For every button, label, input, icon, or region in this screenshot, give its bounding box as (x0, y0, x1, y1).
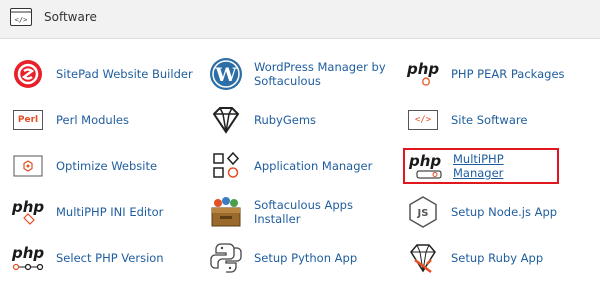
item-label: RubyGems (254, 113, 317, 127)
item-label: Application Manager (254, 159, 373, 173)
item-label: WordPress Manager by Softaculous (254, 60, 386, 88)
svg-text:php: php (406, 60, 439, 78)
site-software-link[interactable]: </> Site Software (405, 100, 595, 140)
item-label: MultiPHP INI Editor (56, 205, 164, 219)
setup-python-app-link[interactable]: Setup Python App (208, 238, 398, 278)
software-section-header[interactable]: </> Software (0, 0, 600, 39)
php-ini-icon: php (10, 194, 46, 230)
item-label: Select PHP Version (56, 251, 164, 265)
php-pear-packages-link[interactable]: php PHP PEAR Packages (405, 54, 595, 94)
wordpress-logo-icon: W (208, 56, 244, 92)
app-grid-icon (208, 148, 244, 184)
perl-modules-link[interactable]: Perl Perl Modules (10, 100, 200, 140)
python-icon (208, 240, 244, 276)
item-label: SitePad Website Builder (56, 67, 193, 81)
svg-text:php: php (408, 152, 441, 170)
software-panel: </> Software SitePad Website Builder W W… (0, 0, 600, 283)
item-label: PHP PEAR Packages (451, 67, 565, 81)
multiphp-manager-link[interactable]: php MultiPHP Manager (403, 148, 559, 184)
php-manager-icon: php (407, 148, 443, 184)
gem-icon (208, 102, 244, 138)
item-label: Setup Ruby App (451, 251, 544, 265)
code-window-icon: </> (10, 8, 32, 26)
rubygems-link[interactable]: RubyGems (208, 100, 398, 140)
item-label: Perl Modules (56, 113, 129, 127)
ruby-icon (405, 240, 441, 276)
section-title: Software (44, 10, 97, 24)
code-brackets-icon: </> (405, 102, 441, 138)
item-label: Softaculous Apps Installer (254, 198, 353, 226)
perl-text: Perl (13, 110, 43, 130)
softaculous-box-icon (208, 194, 244, 230)
svg-text:JS: JS (417, 208, 429, 219)
optimize-website-link[interactable]: Optimize Website (10, 146, 200, 186)
php-select-icon: php (10, 240, 46, 276)
item-label: Setup Node.js App (451, 205, 558, 219)
setup-ruby-app-link[interactable]: Setup Ruby App (405, 238, 595, 278)
svg-text:php: php (11, 198, 44, 216)
svg-text:</>: </> (15, 16, 28, 24)
sitepad-logo-icon (10, 56, 46, 92)
wordpress-manager-link[interactable]: W WordPress Manager by Softaculous (208, 54, 398, 94)
sitepad-website-builder-link[interactable]: SitePad Website Builder (10, 54, 200, 94)
item-label: Optimize Website (56, 159, 158, 173)
setup-nodejs-app-link[interactable]: JS Setup Node.js App (405, 192, 595, 232)
optimize-icon (10, 148, 46, 184)
nodejs-icon: JS (405, 194, 441, 230)
code-text: </> (408, 110, 438, 130)
svg-text:W: W (214, 64, 237, 86)
item-label: Setup Python App (254, 251, 358, 265)
php-pear-icon: php (405, 56, 441, 92)
softaculous-apps-installer-link[interactable]: Softaculous Apps Installer (208, 192, 398, 232)
multiphp-ini-editor-link[interactable]: php MultiPHP INI Editor (10, 192, 200, 232)
application-manager-link[interactable]: Application Manager (208, 146, 398, 186)
item-label: MultiPHP Manager (453, 152, 504, 180)
item-label: Site Software (451, 113, 528, 127)
svg-text:php: php (11, 244, 44, 262)
perl-icon: Perl (10, 102, 46, 138)
select-php-version-link[interactable]: php Select PHP Version (10, 238, 200, 278)
